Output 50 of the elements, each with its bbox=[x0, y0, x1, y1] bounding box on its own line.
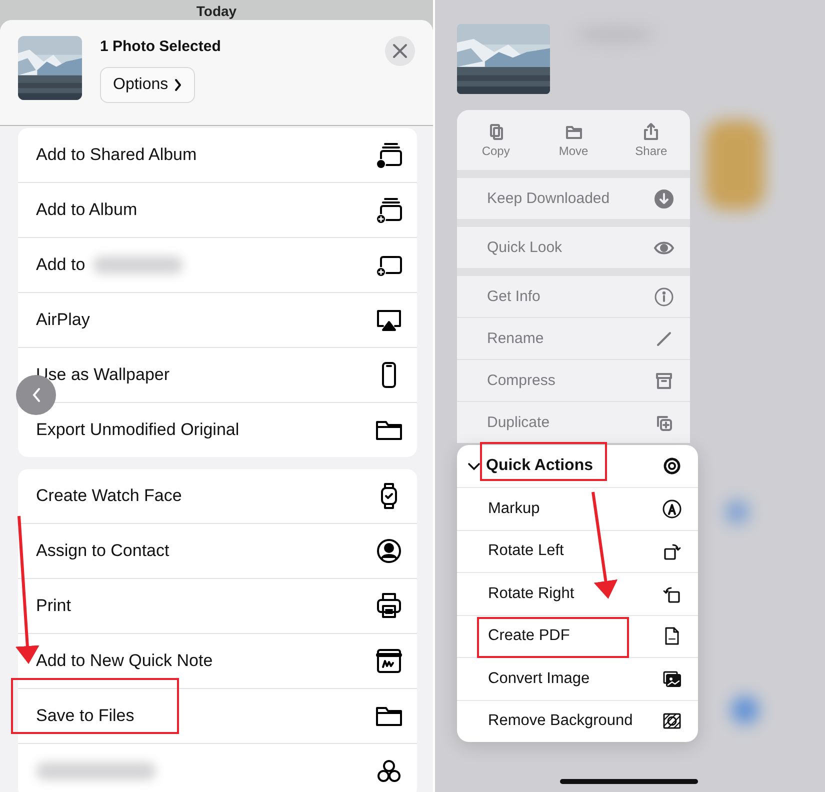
action-label: Add to New Quick Note bbox=[36, 651, 213, 671]
header-title: Today bbox=[196, 2, 237, 20]
submenu-item[interactable]: Remove Background bbox=[457, 700, 698, 742]
submenu-item[interactable]: Convert Image bbox=[457, 657, 698, 700]
action-label: Export Unmodified Original bbox=[36, 420, 240, 440]
menu-action-button[interactable]: Move bbox=[534, 110, 612, 170]
chevron-right-icon bbox=[174, 78, 182, 92]
chevron-left-icon bbox=[31, 387, 41, 403]
share-action[interactable]: Print bbox=[18, 578, 417, 633]
submenu-item[interactable]: Markup bbox=[457, 487, 698, 530]
three-circles-icon bbox=[375, 757, 403, 785]
share-action[interactable]: Save to Files bbox=[18, 688, 417, 743]
action-label: Create Watch Face bbox=[36, 486, 182, 506]
options-button[interactable]: Options bbox=[100, 67, 196, 103]
action-label: Print bbox=[36, 596, 71, 616]
action-label: Add to Shared Album bbox=[36, 145, 197, 165]
share-action[interactable]: Add to bbox=[18, 237, 417, 292]
contact-icon bbox=[375, 537, 403, 565]
action-label: AirPlay bbox=[36, 310, 90, 330]
sheet-title: 1 Photo Selected bbox=[100, 38, 222, 55]
archive-icon bbox=[654, 370, 674, 390]
share-action[interactable]: Assign to Contact bbox=[18, 523, 417, 578]
share-action[interactable]: AirPlay bbox=[18, 292, 417, 347]
shared-album-icon bbox=[375, 141, 403, 169]
submenu-header[interactable]: Quick Actions bbox=[457, 445, 698, 487]
submenu-item[interactable]: Rotate Left bbox=[457, 530, 698, 572]
markup-icon bbox=[662, 498, 682, 519]
action-label: Add to bbox=[36, 255, 86, 275]
info-icon bbox=[654, 286, 674, 306]
close-icon bbox=[391, 42, 409, 60]
blurred-content bbox=[731, 696, 759, 724]
share-action[interactable]: Add to Shared Album bbox=[18, 128, 417, 182]
remove-background-icon bbox=[662, 711, 682, 732]
blurred-content bbox=[725, 500, 749, 524]
download-icon bbox=[654, 188, 674, 208]
action-label: Assign to Contact bbox=[36, 541, 170, 561]
printer-icon bbox=[375, 592, 403, 620]
submenu-item[interactable]: Rotate Right bbox=[457, 572, 698, 614]
menu-action-button[interactable]: Copy bbox=[457, 110, 535, 170]
action-label: Add to Album bbox=[36, 200, 138, 220]
menu-action-button[interactable]: Share bbox=[612, 110, 690, 170]
note-icon bbox=[375, 647, 403, 675]
share-action[interactable]: Add to New Quick Note bbox=[18, 633, 417, 688]
images-icon bbox=[662, 668, 682, 689]
share-action[interactable]: Add to Album bbox=[18, 182, 417, 237]
close-button[interactable] bbox=[385, 36, 415, 66]
submenu-item[interactable]: Create PDF bbox=[457, 614, 698, 657]
action-label: Save to Files bbox=[36, 706, 134, 726]
add-album-icon bbox=[375, 196, 403, 224]
share-action[interactable]: Create Watch Face bbox=[18, 469, 417, 523]
